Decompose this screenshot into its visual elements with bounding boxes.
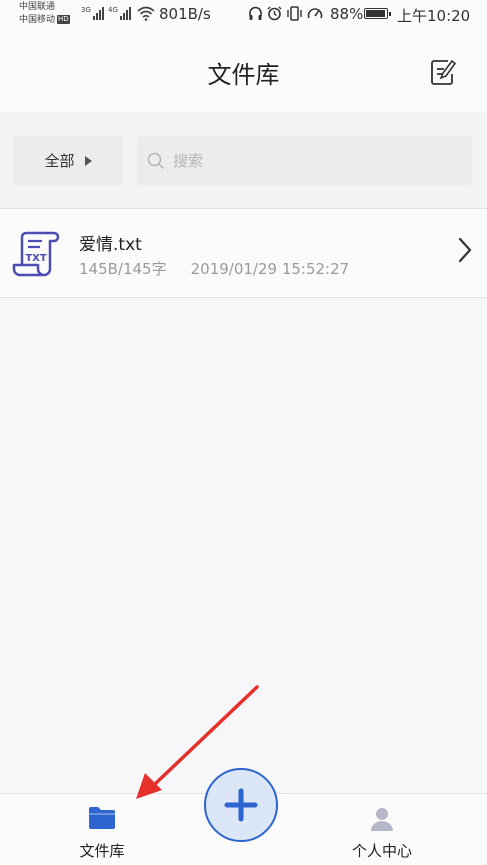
signal-icon-1: 3G [81, 6, 104, 20]
file-date: 2019/01/29 15:52:27 [190, 260, 350, 278]
status-bar: 中国联通 中国移动 HD 3G 4G 801B/s 88% 上午10:20 [0, 0, 487, 30]
nav-files-label: 文件库 [79, 842, 125, 860]
signal-icon-2: 4G [108, 6, 131, 20]
file-size: 145B/145字 [79, 260, 167, 278]
add-button[interactable] [204, 768, 278, 842]
file-list-item[interactable]: TXT 爱情.txt 145B/145字 2019/01/29 15:52:27 [0, 209, 487, 298]
vibrate-icon [287, 6, 302, 21]
filter-all-button[interactable]: 全部 [13, 136, 123, 185]
nav-tab-files[interactable]: 文件库 [42, 794, 162, 865]
edit-icon [431, 59, 457, 85]
hd-badge: HD [57, 15, 70, 24]
alarm-icon [267, 6, 282, 21]
clock: 上午10:20 [397, 7, 471, 25]
folder-icon [89, 807, 115, 829]
nav-tab-profile[interactable]: 个人中心 [322, 794, 442, 865]
app-header: 文件库 [0, 30, 487, 113]
caret-right-icon [84, 155, 92, 166]
plus-icon [224, 788, 258, 822]
nav-profile-label: 个人中心 [351, 842, 412, 860]
carrier-info: 中国联通 中国移动 HD [19, 1, 70, 27]
svg-text:TXT: TXT [25, 253, 47, 264]
status-icons [248, 6, 323, 21]
file-meta: 145B/145字 2019/01/29 15:52:27 [79, 258, 349, 279]
speedometer-icon [307, 8, 323, 19]
search-icon [147, 152, 165, 169]
filter-bar: 全部 [0, 112, 487, 209]
filter-all-label: 全部 [44, 152, 75, 170]
battery-percent: 88% [330, 5, 364, 23]
txt-file-icon: TXT [12, 231, 60, 277]
user-icon [371, 808, 393, 831]
page-title: 文件库 [207, 61, 280, 89]
network-speed: 801B/s [159, 5, 211, 23]
battery-icon [364, 8, 391, 19]
file-name: 爱情.txt [79, 235, 142, 255]
search-box[interactable] [137, 136, 472, 185]
headphones-icon [249, 6, 262, 20]
wifi-icon [137, 6, 155, 21]
carrier-2: 中国移动 [19, 15, 56, 25]
carrier-1: 中国联通 [19, 2, 56, 12]
chevron-right-icon [458, 237, 472, 263]
search-input[interactable] [171, 150, 455, 171]
edit-button[interactable] [430, 58, 457, 86]
